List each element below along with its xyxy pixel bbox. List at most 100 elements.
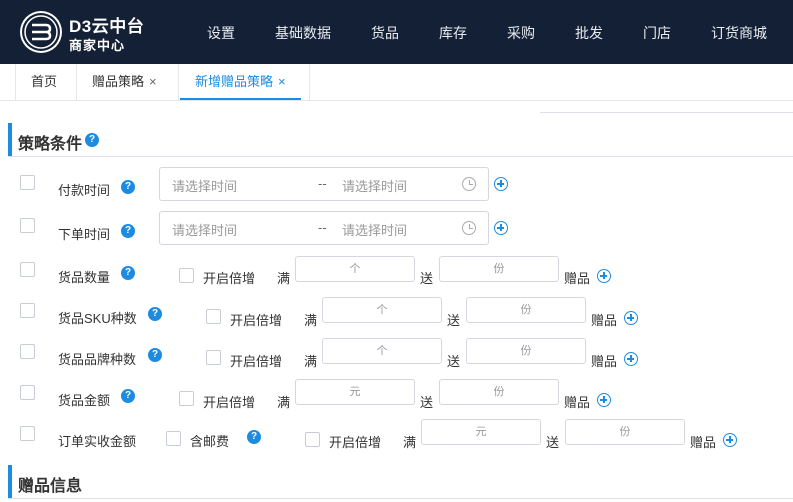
tab-bar: 首页 赠品策略 × 新增赠品策略 × [0, 64, 793, 101]
brand-threshold-input[interactable] [322, 338, 442, 364]
brand-gift-count-input[interactable] [466, 338, 586, 364]
add-pay-time-button[interactable] [494, 177, 508, 191]
add-brand-gift-button[interactable] [624, 352, 638, 366]
nav-order-mall[interactable]: 订货商城 [711, 23, 767, 43]
section-title-gift-info: 赠品信息 [18, 478, 83, 495]
qty-threshold-input[interactable] [295, 256, 415, 282]
order-time-range-picker[interactable]: 请选择时间 -- 请选择时间 [159, 211, 489, 245]
nav-basic-data[interactable]: 基础数据 [275, 23, 331, 43]
add-sku-gift-button[interactable] [624, 311, 638, 325]
tab-new-gift-strategy[interactable]: 新增赠品策略 × [180, 64, 301, 100]
amount-multiply-checkbox[interactable] [179, 391, 194, 406]
brand-multiply-checkbox[interactable] [206, 350, 221, 365]
brand-title: D3云中台 [69, 17, 145, 36]
section-accent-bar [8, 123, 12, 156]
amount-multiply-label: 开启倍增 [203, 395, 256, 410]
help-icon[interactable]: ? [121, 266, 135, 280]
nav-wholesale[interactable]: 批发 [575, 23, 603, 43]
tab-divider [15, 64, 16, 101]
tab-label: 赠品策略 [92, 74, 145, 89]
sku-multiply-label: 开启倍增 [230, 313, 283, 328]
sku-give-label: 送 [447, 313, 461, 328]
help-icon[interactable]: ? [121, 180, 135, 194]
help-icon[interactable]: ? [148, 307, 162, 321]
nav-store[interactable]: 门店 [643, 23, 671, 43]
sku-gift-count-input[interactable] [466, 297, 586, 323]
clock-icon [462, 177, 476, 191]
qty-label: 货品数量 [58, 270, 111, 285]
qty-gift-count-input[interactable] [439, 256, 559, 282]
order-amount-multiply-label: 开启倍增 [329, 435, 382, 450]
order-amount-gift-count-input[interactable] [565, 419, 685, 445]
section-divider [8, 156, 793, 157]
order-amount-checkbox[interactable] [20, 426, 35, 441]
qty-multiply-label: 开启倍增 [203, 271, 256, 286]
sku-label: 货品SKU种数 [58, 311, 137, 326]
qty-checkbox[interactable] [20, 262, 35, 277]
add-amount-gift-button[interactable] [597, 393, 611, 407]
order-amount-full-label: 满 [403, 435, 417, 450]
help-icon[interactable]: ? [85, 133, 99, 147]
amount-label: 货品金额 [58, 393, 111, 408]
sku-multiply-checkbox[interactable] [206, 309, 221, 324]
nav-purchase[interactable]: 采购 [507, 23, 535, 43]
close-icon[interactable]: × [149, 74, 157, 89]
tab-home[interactable]: 首页 [31, 64, 57, 100]
order-time-checkbox[interactable] [20, 218, 35, 233]
brand-subtitle: 商家中心 [69, 38, 126, 53]
order-time-end[interactable]: 请选择时间 [342, 220, 407, 239]
nav-goods[interactable]: 货品 [371, 23, 399, 43]
amount-threshold-input[interactable] [295, 379, 415, 405]
pay-time-end[interactable]: 请选择时间 [342, 176, 407, 195]
brand-multiply-label: 开启倍增 [230, 354, 283, 369]
order-time-start[interactable]: 请选择时间 [172, 220, 237, 239]
divider [540, 112, 793, 113]
top-header: D3云中台 商家中心 设置 基础数据 货品 库存 采购 批发 门店 订货商城 [0, 0, 793, 64]
sku-threshold-input[interactable] [322, 297, 442, 323]
section-title-conditions: 策略条件 [18, 136, 83, 153]
brand-give-label: 送 [447, 354, 461, 369]
order-amount-label: 订单实收金额 [58, 434, 137, 449]
sku-gift-label: 赠品 [591, 313, 618, 328]
sku-checkbox[interactable] [20, 303, 35, 318]
shipping-checkbox[interactable] [166, 431, 181, 446]
brand-label: 货品品牌种数 [58, 352, 137, 367]
pay-time-checkbox[interactable] [20, 175, 35, 190]
help-icon[interactable]: ? [121, 389, 135, 403]
help-icon[interactable]: ? [247, 430, 261, 444]
amount-gift-count-input[interactable] [439, 379, 559, 405]
pay-time-label: 付款时间 [58, 183, 111, 198]
tab-label: 新增赠品策略 [195, 74, 274, 89]
order-time-label: 下单时间 [58, 227, 111, 242]
add-order-time-button[interactable] [494, 221, 508, 235]
qty-multiply-checkbox[interactable] [179, 268, 194, 283]
pay-time-range-picker[interactable]: 请选择时间 -- 请选择时间 [159, 167, 489, 201]
help-icon[interactable]: ? [121, 224, 135, 238]
nav-settings[interactable]: 设置 [207, 23, 235, 43]
qty-gift-label: 赠品 [564, 271, 591, 286]
amount-checkbox[interactable] [20, 385, 35, 400]
clock-icon [462, 221, 476, 235]
tab-divider [178, 64, 179, 101]
order-amount-gift-label: 赠品 [690, 435, 717, 450]
tab-label: 首页 [31, 74, 58, 89]
qty-full-label: 满 [277, 271, 291, 286]
amount-full-label: 满 [277, 395, 291, 410]
nav-inventory[interactable]: 库存 [439, 23, 467, 43]
add-qty-gift-button[interactable] [597, 269, 611, 283]
logo-icon [20, 11, 62, 53]
range-separator: -- [318, 220, 327, 235]
tab-gift-strategy[interactable]: 赠品策略 × [92, 64, 157, 100]
section-accent-bar [8, 465, 12, 498]
help-icon[interactable]: ? [148, 348, 162, 362]
tab-divider [309, 64, 310, 101]
add-order-amount-gift-button[interactable] [723, 433, 737, 447]
order-amount-threshold-input[interactable] [421, 419, 541, 445]
amount-gift-label: 赠品 [564, 395, 591, 410]
brand-checkbox[interactable] [20, 344, 35, 359]
close-icon[interactable]: × [278, 74, 286, 89]
section-divider [8, 498, 793, 499]
order-amount-multiply-checkbox[interactable] [305, 432, 320, 447]
shipping-label: 含邮费 [190, 434, 230, 449]
pay-time-start[interactable]: 请选择时间 [172, 176, 237, 195]
